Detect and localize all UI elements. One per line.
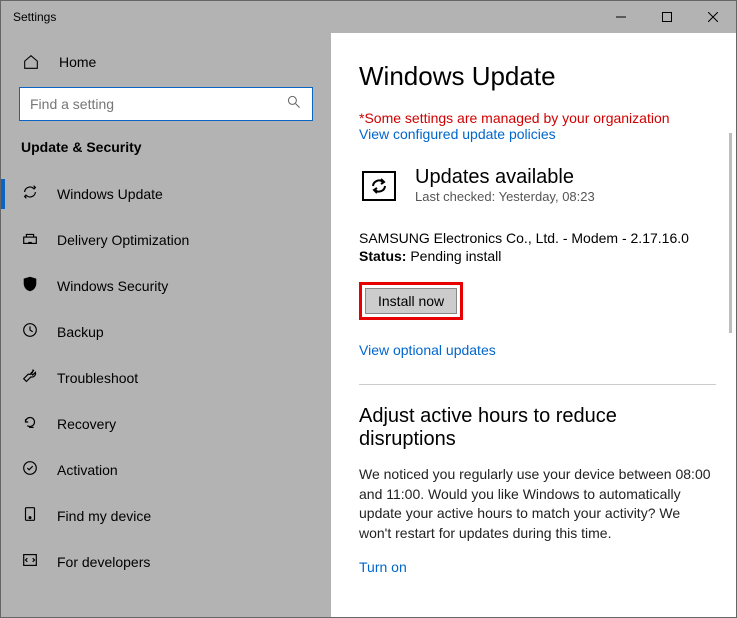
wrench-icon bbox=[21, 367, 39, 390]
install-highlight: Install now bbox=[359, 282, 463, 320]
developers-icon bbox=[21, 551, 39, 574]
section-heading: Update & Security bbox=[1, 139, 331, 171]
sidebar-item-label: Windows Security bbox=[57, 278, 168, 294]
update-item-name: SAMSUNG Electronics Co., Ltd. - Modem - … bbox=[359, 230, 716, 246]
last-checked-text: Last checked: Yesterday, 08:23 bbox=[415, 189, 595, 204]
status-label: Status: bbox=[359, 248, 406, 264]
home-label: Home bbox=[59, 54, 96, 70]
home-icon bbox=[21, 52, 41, 72]
activation-icon bbox=[21, 459, 39, 482]
recovery-icon bbox=[21, 413, 39, 436]
window-title: Settings bbox=[13, 10, 56, 24]
sidebar-item-windows-update[interactable]: Windows Update bbox=[1, 171, 331, 217]
active-hours-body: We noticed you regularly use your device… bbox=[359, 465, 714, 543]
home-nav[interactable]: Home bbox=[1, 41, 331, 83]
scrollbar[interactable] bbox=[729, 133, 732, 333]
maximize-button[interactable] bbox=[644, 1, 690, 33]
sidebar-item-label: Troubleshoot bbox=[57, 370, 138, 386]
search-icon bbox=[286, 94, 302, 115]
sidebar-item-label: Find my device bbox=[57, 508, 151, 524]
sidebar-item-label: Delivery Optimization bbox=[57, 232, 189, 248]
sidebar-item-delivery-optimization[interactable]: Delivery Optimization bbox=[1, 217, 331, 263]
sidebar-item-label: Backup bbox=[57, 324, 104, 340]
sidebar-item-recovery[interactable]: Recovery bbox=[1, 401, 331, 447]
search-input-wrap[interactable] bbox=[19, 87, 313, 121]
sidebar-item-find-my-device[interactable]: Find my device bbox=[1, 493, 331, 539]
sidebar-item-label: Recovery bbox=[57, 416, 116, 432]
updates-available-icon bbox=[359, 166, 399, 206]
divider bbox=[359, 384, 716, 385]
sidebar-item-activation[interactable]: Activation bbox=[1, 447, 331, 493]
sidebar-item-label: Activation bbox=[57, 462, 118, 478]
active-hours-heading: Adjust active hours to reduce disruption… bbox=[359, 405, 716, 451]
sidebar-item-label: Windows Update bbox=[57, 186, 163, 202]
backup-icon bbox=[21, 321, 39, 344]
install-now-button[interactable]: Install now bbox=[365, 288, 457, 314]
minimize-button[interactable] bbox=[598, 1, 644, 33]
updates-available-heading: Updates available bbox=[415, 166, 595, 189]
delivery-icon bbox=[21, 229, 39, 252]
sync-icon bbox=[21, 183, 39, 206]
search-input[interactable] bbox=[30, 96, 286, 112]
managed-warning: *Some settings are managed by your organ… bbox=[359, 110, 716, 126]
sidebar-item-for-developers[interactable]: For developers bbox=[1, 539, 331, 585]
close-button[interactable] bbox=[690, 1, 736, 33]
sidebar-item-label: For developers bbox=[57, 554, 150, 570]
shield-icon bbox=[21, 275, 39, 298]
sidebar-item-troubleshoot[interactable]: Troubleshoot bbox=[1, 355, 331, 401]
update-status: Status: Pending install bbox=[359, 248, 716, 264]
turn-on-link[interactable]: Turn on bbox=[359, 559, 716, 575]
main-panel: Windows Update *Some settings are manage… bbox=[331, 33, 736, 617]
sidebar-item-windows-security[interactable]: Windows Security bbox=[1, 263, 331, 309]
sidebar: Home Update & Security Windows Update De… bbox=[1, 33, 331, 617]
find-device-icon bbox=[21, 505, 39, 528]
view-policies-link[interactable]: View configured update policies bbox=[359, 126, 716, 142]
page-title: Windows Update bbox=[359, 61, 716, 92]
sidebar-item-backup[interactable]: Backup bbox=[1, 309, 331, 355]
status-value: Pending install bbox=[406, 248, 501, 264]
view-optional-updates-link[interactable]: View optional updates bbox=[359, 342, 716, 358]
